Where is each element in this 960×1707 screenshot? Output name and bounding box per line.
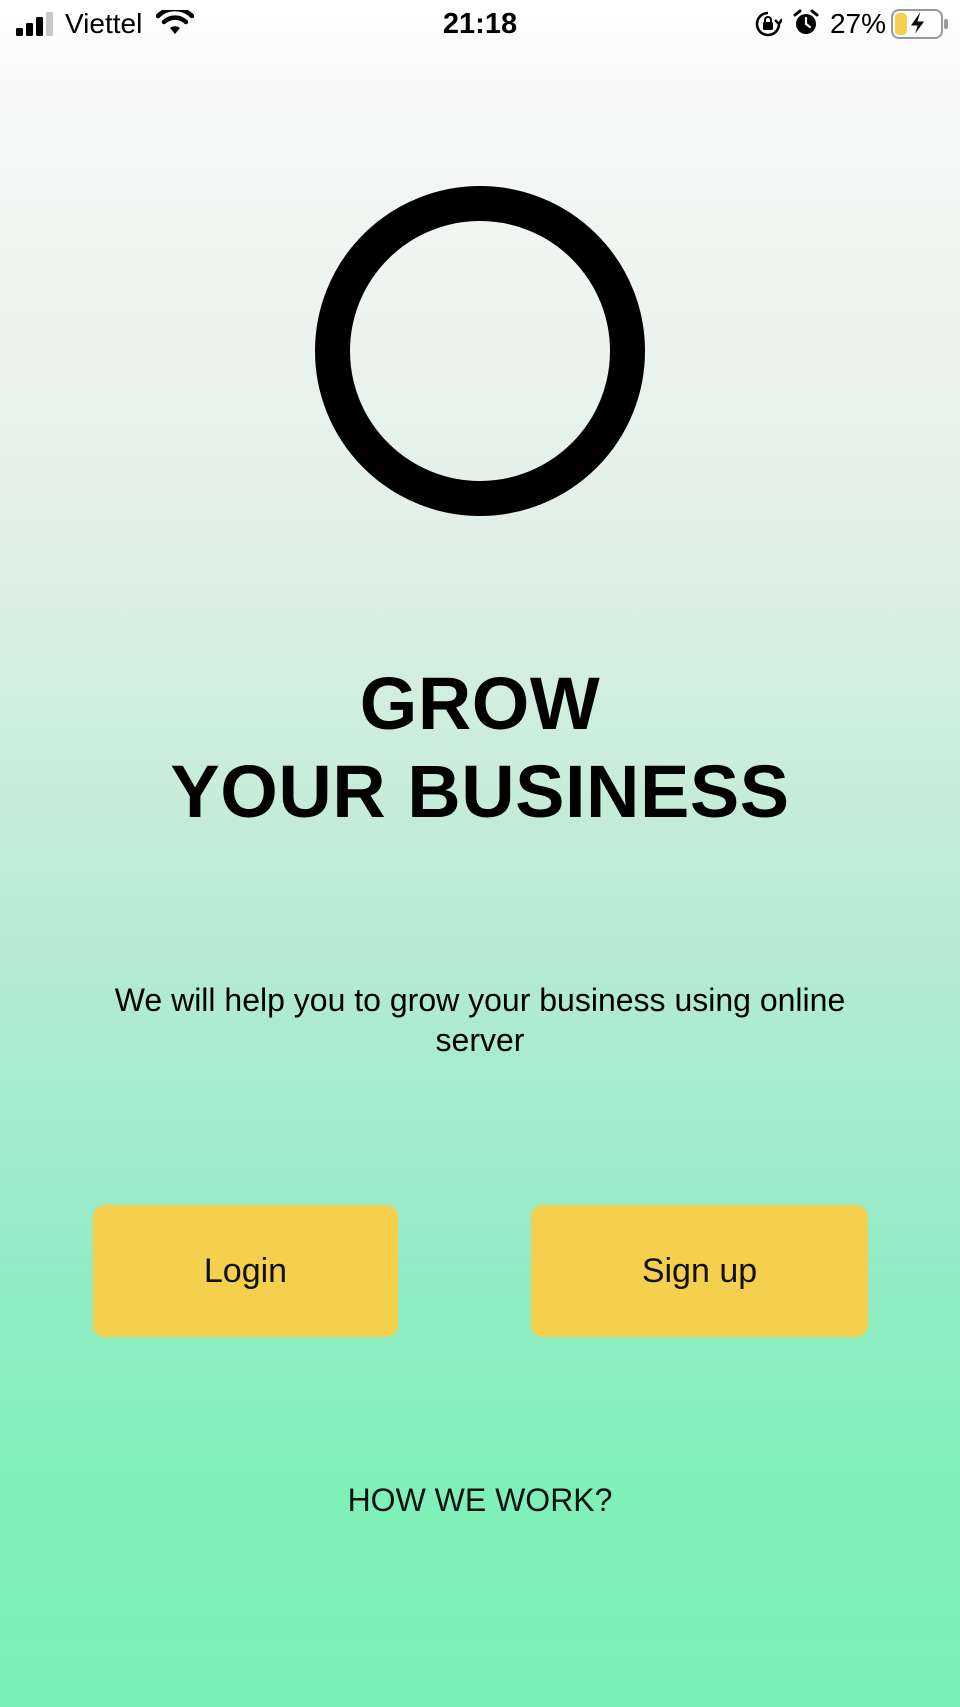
headline-line-1: GROW	[359, 662, 601, 745]
signup-button[interactable]: Sign up	[531, 1205, 868, 1337]
carrier-name: Viettel	[65, 8, 143, 39]
battery-percent: 27%	[829, 8, 886, 39]
alarm-icon	[793, 9, 819, 34]
headline: GROW YOUR BUSINESS	[80, 660, 880, 836]
headline-line-2: YOUR BUSINESS	[170, 750, 790, 833]
status-time: 21:18	[442, 8, 518, 40]
battery-charging-icon	[891, 9, 948, 39]
signal-icon	[16, 12, 53, 36]
tagline: We will help you to grow your business u…	[114, 982, 846, 1058]
wifi-icon	[156, 10, 194, 34]
status-bar: Viettel 21:18 27%	[0, 0, 960, 50]
ring-logo-icon	[315, 186, 645, 516]
how-we-work-link[interactable]: HOW WE WORK?	[280, 1480, 680, 1520]
rotation-lock-icon	[755, 11, 782, 37]
login-button[interactable]: Login	[93, 1205, 398, 1337]
